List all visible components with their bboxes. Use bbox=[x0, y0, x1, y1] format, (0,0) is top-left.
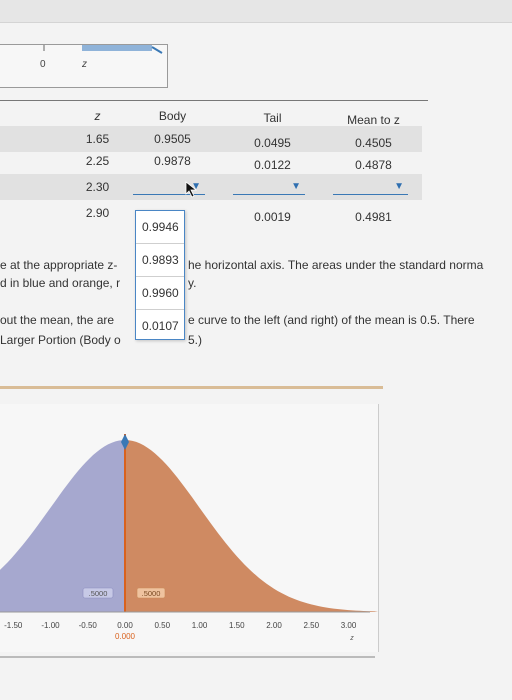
mini-bar bbox=[82, 45, 152, 51]
x-tick-label: 0.00 bbox=[117, 621, 133, 630]
cell-body: 0.9878 bbox=[154, 154, 191, 168]
instruction-text-3b: e curve to the left (and right) of the m… bbox=[188, 313, 475, 327]
x-tick-label: -1.00 bbox=[41, 621, 60, 630]
x-tick-label: 2.00 bbox=[266, 621, 282, 630]
instruction-text-1b: he horizontal axis. The areas under the … bbox=[188, 258, 484, 272]
header-z: z bbox=[94, 109, 101, 123]
x-tick-label: 3.00 bbox=[341, 621, 357, 630]
left-area bbox=[0, 440, 125, 612]
header-mean-to-z: Mean to z bbox=[347, 113, 400, 127]
dropdown-option[interactable]: 0.9893 bbox=[136, 244, 184, 277]
cell-mean: 0.4878 bbox=[355, 158, 392, 172]
instruction-text-2b: y. bbox=[188, 276, 197, 290]
x-tick-label: 0.50 bbox=[154, 621, 170, 630]
table-top-rule bbox=[0, 100, 428, 101]
header-tail: Tail bbox=[263, 111, 282, 125]
top-strip bbox=[0, 0, 512, 23]
left-area-label: .5000 bbox=[89, 589, 108, 598]
bottom-divider bbox=[0, 656, 375, 658]
body-dropdown-menu: 0.9946 0.9893 0.9960 0.0107 bbox=[135, 210, 185, 340]
instruction-text-3a: out the mean, the are bbox=[0, 313, 115, 327]
tail-dropdown[interactable]: ▼ bbox=[233, 181, 305, 195]
cell-tail: 0.0019 bbox=[254, 210, 291, 224]
cell-z: 2.90 bbox=[85, 206, 110, 220]
mini-tick-label-z: z bbox=[82, 59, 87, 70]
x-tick-label: -0.50 bbox=[79, 621, 98, 630]
header-body: Body bbox=[158, 109, 187, 123]
normal-distribution-graph: .5000 .5000 -1.50 -1.00 -0.50 0.00 0.50 1.00 1… bbox=[0, 404, 379, 652]
x-tick-label: 1.00 bbox=[192, 621, 208, 630]
right-area bbox=[125, 440, 378, 612]
cell-z: 2.30 bbox=[85, 180, 110, 194]
cursor-icon bbox=[185, 181, 198, 198]
cell-z: 1.65 bbox=[85, 132, 110, 146]
mean-dropdown[interactable]: ▼ bbox=[333, 181, 408, 195]
chevron-down-icon: ▼ bbox=[394, 181, 404, 192]
instruction-text-4a: Larger Portion (Body o bbox=[0, 333, 121, 347]
cell-tail: 0.0495 bbox=[254, 136, 291, 150]
x-tick-label: -1.50 bbox=[4, 621, 23, 630]
dropdown-option[interactable]: 0.0107 bbox=[136, 310, 184, 342]
x-tick-labels: -1.50 -1.00 -0.50 0.00 0.50 1.00 1.50 2.00 2.50 3… bbox=[4, 621, 357, 630]
table-row: 1.65 0.9505 0.0495 0.4505 bbox=[0, 126, 422, 152]
cell-mean: 0.4505 bbox=[355, 136, 392, 150]
x-axis-label: z bbox=[349, 635, 354, 642]
normal-curve-svg: .5000 .5000 -1.50 -1.00 -0.50 0.00 0.50 1.00 1… bbox=[0, 434, 378, 642]
table-row: 2.90 0.0019 0.4981 bbox=[0, 202, 422, 228]
mini-curve bbox=[151, 46, 163, 54]
instruction-text-1a: e at the appropriate z- bbox=[0, 258, 118, 272]
instruction-text-4b: 5.) bbox=[188, 333, 203, 347]
table-row: 2.30 ▼ ▼ ▼ bbox=[0, 174, 422, 200]
section-divider bbox=[0, 386, 383, 389]
right-area-label: .5000 bbox=[142, 589, 161, 598]
cell-tail: 0.0122 bbox=[254, 158, 291, 172]
marker-value: 0.000 bbox=[115, 632, 136, 641]
cell-z: 2.25 bbox=[85, 154, 110, 168]
dropdown-option[interactable]: 0.9960 bbox=[136, 277, 184, 310]
chevron-down-icon: ▼ bbox=[291, 181, 301, 192]
cell-body: 0.9505 bbox=[154, 132, 191, 146]
mini-graph-box: 0 z bbox=[0, 44, 168, 88]
dropdown-option[interactable]: 0.9946 bbox=[136, 211, 184, 244]
x-tick-label: 2.50 bbox=[303, 621, 319, 630]
x-tick-label: 1.50 bbox=[229, 621, 245, 630]
mini-tick-label-0: 0 bbox=[40, 59, 46, 70]
instruction-text-2a: d in blue and orange, r bbox=[0, 276, 121, 290]
cell-mean: 0.4981 bbox=[355, 210, 392, 224]
